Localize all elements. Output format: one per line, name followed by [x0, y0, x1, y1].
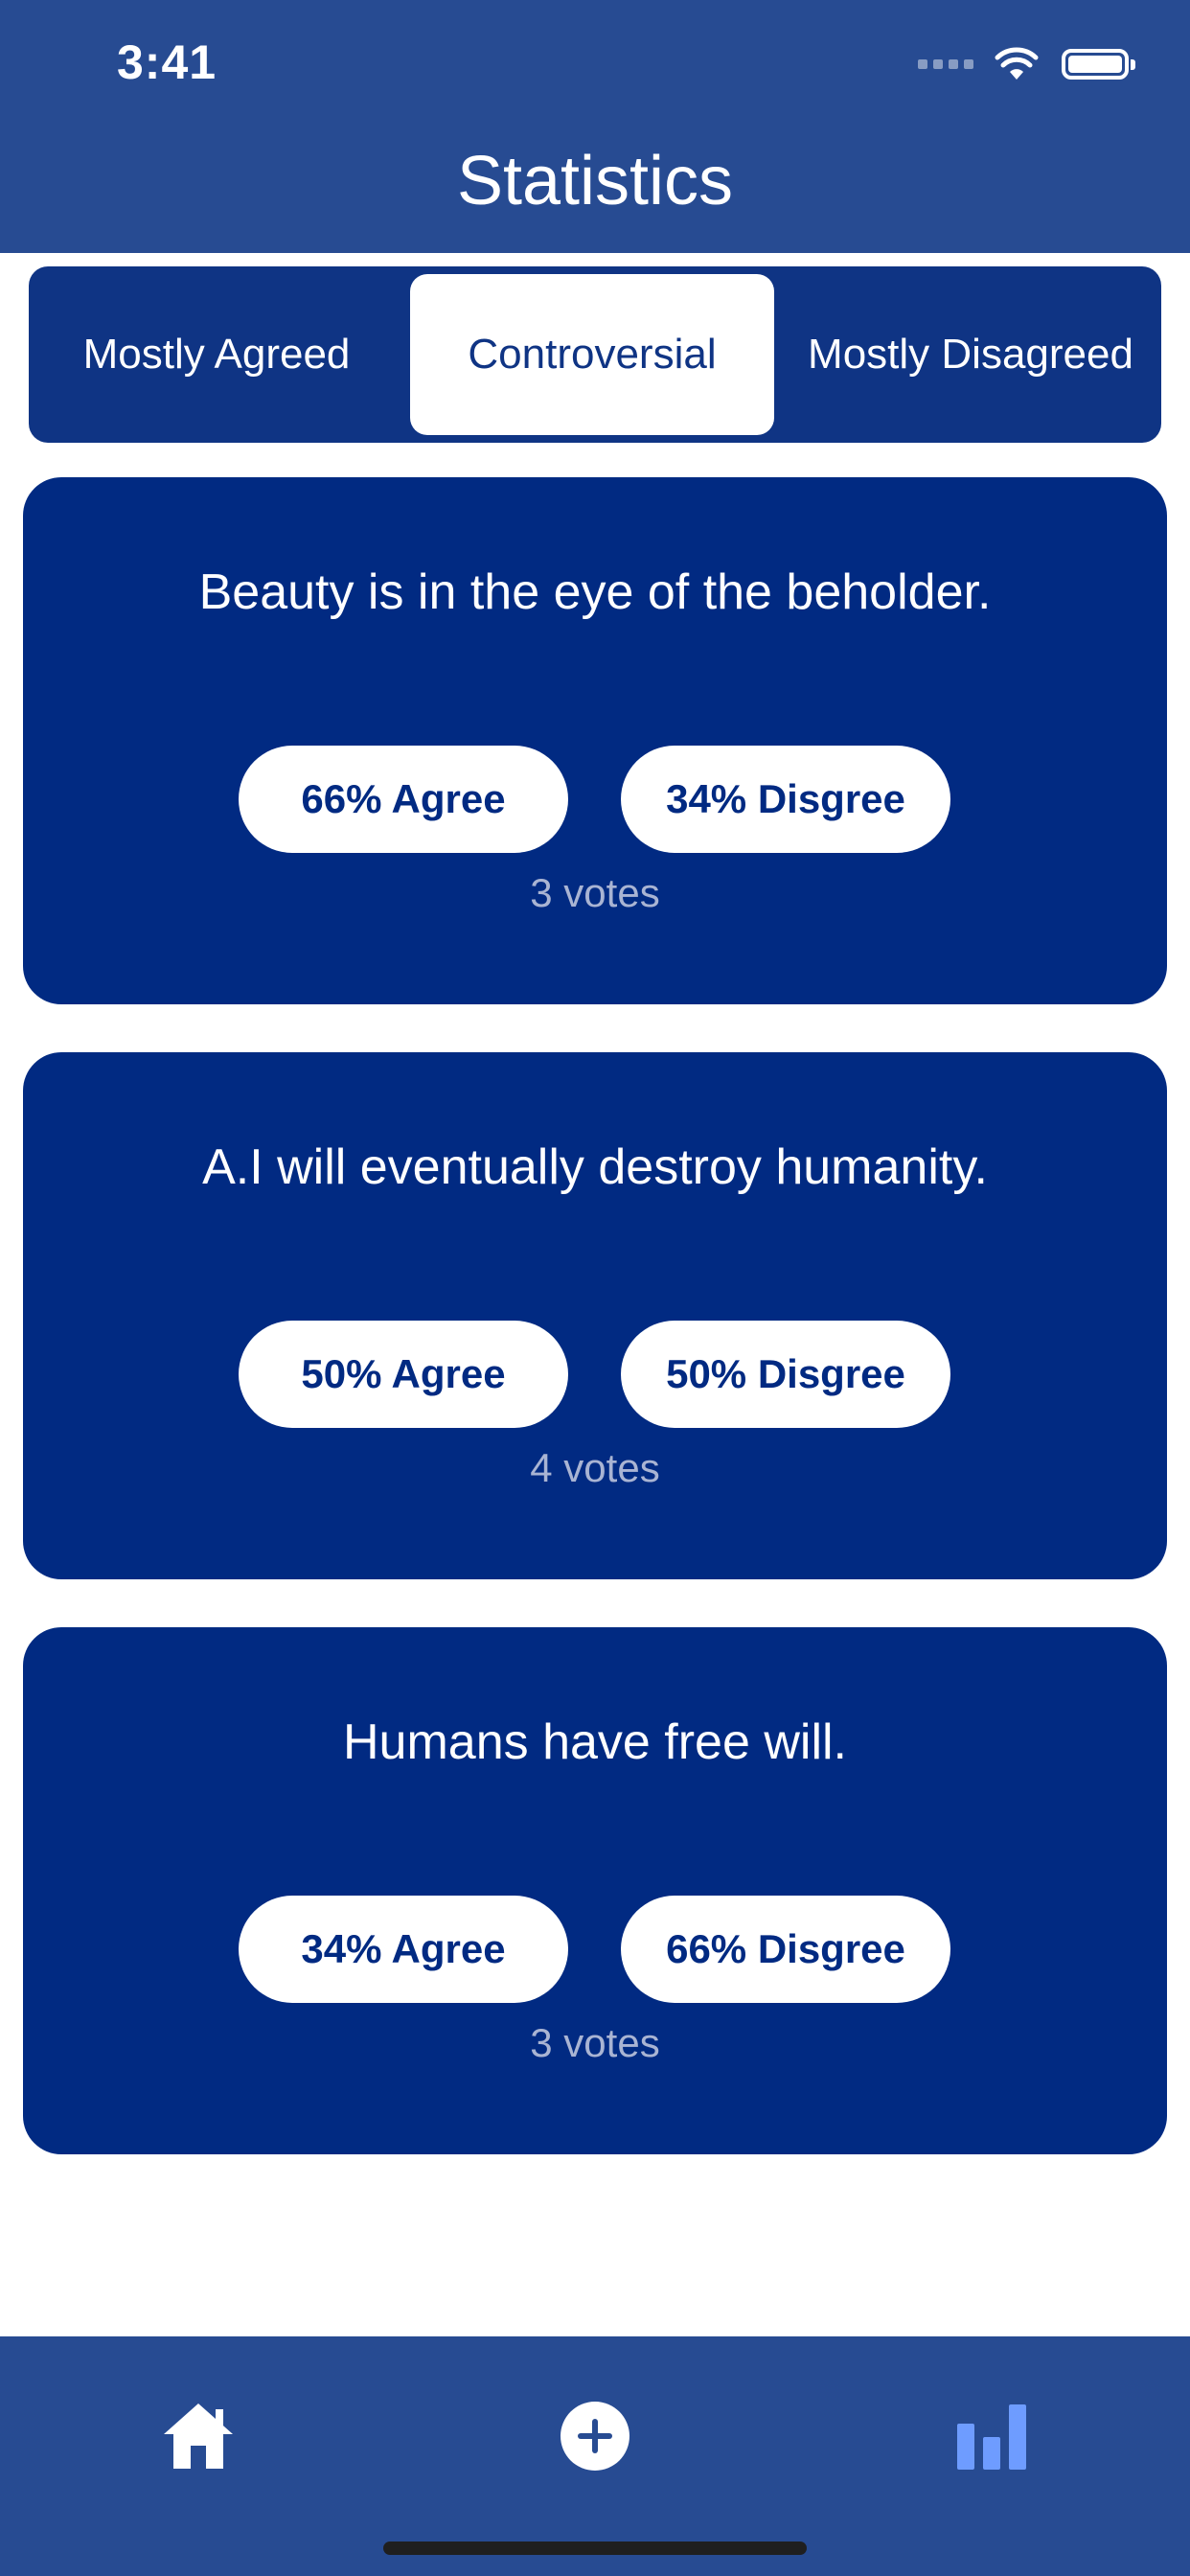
vote-count: 4 votes [530, 1445, 660, 1490]
segment-controversial[interactable]: Controversial [410, 274, 774, 435]
segment-mostly-disagreed[interactable]: Mostly Disagreed [780, 274, 1161, 435]
statistics-screen: 3:41 Statistics Mostly Agreed Controvers… [0, 0, 1190, 2576]
statement-card: Beauty is in the eye of the beholder. 66… [23, 477, 1167, 1004]
tab-statistics[interactable] [944, 2388, 1040, 2484]
vote-count: 3 votes [530, 2020, 660, 2065]
tab-home[interactable] [150, 2388, 246, 2484]
statement-text: A.I will eventually destroy humanity. [202, 1139, 988, 1195]
statement-card: Humans have free will. 34% Agree 66% Dis… [23, 1627, 1167, 2154]
status-icons [918, 40, 1135, 88]
disagree-result-button[interactable]: 66% Disgree [621, 1896, 950, 2003]
tab-add-statement[interactable] [547, 2388, 643, 2484]
disagree-result-button[interactable]: 50% Disgree [621, 1321, 950, 1428]
segment-mostly-agreed[interactable]: Mostly Agreed [29, 274, 404, 435]
home-indicator [383, 2542, 807, 2555]
statement-text: Beauty is in the eye of the beholder. [198, 564, 992, 620]
disagree-result-button[interactable]: 34% Disgree [621, 746, 950, 853]
statement-card: A.I will eventually destroy humanity. 50… [23, 1052, 1167, 1579]
statement-text: Humans have free will. [343, 1714, 847, 1770]
agree-result-button[interactable]: 66% Agree [239, 746, 568, 853]
bar-chart-icon [957, 2404, 1026, 2470]
vote-count: 3 votes [530, 870, 660, 915]
filter-segmented-control: Mostly Agreed Controversial Mostly Disag… [29, 266, 1161, 443]
wifi-icon [995, 47, 1039, 80]
agree-result-button[interactable]: 50% Agree [239, 1321, 568, 1428]
agree-result-button[interactable]: 34% Agree [239, 1896, 568, 2003]
tab-bar [0, 2336, 1190, 2576]
page-title: Statistics [456, 143, 734, 219]
header: 3:41 Statistics [0, 0, 1190, 253]
plus-circle-icon [561, 2402, 629, 2471]
battery-icon [1062, 49, 1135, 80]
status-time: 3:41 [117, 35, 217, 89]
cellular-signal-icon [918, 59, 973, 69]
home-icon [164, 2404, 233, 2469]
